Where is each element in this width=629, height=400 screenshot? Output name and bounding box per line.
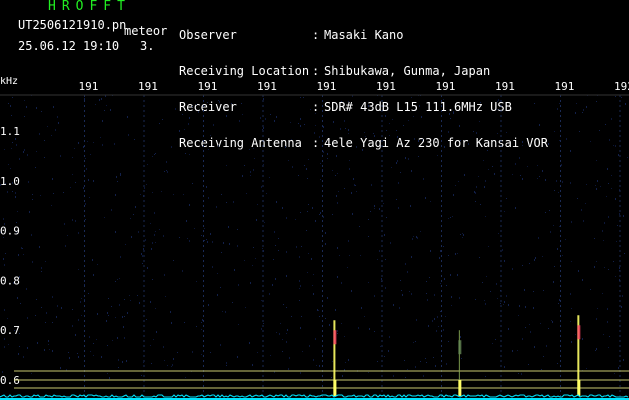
- echo-2: [458, 330, 462, 396]
- y-tick-label: 0.9: [0, 225, 20, 238]
- x-tick-label: 191: [198, 80, 218, 93]
- y-tick-label: 0.8: [0, 274, 20, 287]
- reference-lines: [14, 370, 629, 389]
- info-value: Shibukawa, Gunma, Japan: [324, 64, 491, 78]
- echo-1: [333, 320, 337, 396]
- x-tick-label: 191: [555, 80, 575, 93]
- spectrogram-screen: HROFFT UT2506121910.pn meteor 25.06.12 1…: [0, 0, 629, 400]
- y-tick-label: 0.7: [0, 324, 20, 337]
- signal-line: [0, 394, 629, 398]
- info-row-location: Receiving Location: Shibukawa, Gunma, Jap…: [179, 64, 491, 78]
- app-title: HROFFT: [48, 0, 131, 14]
- x-tick-label: 191: [495, 80, 515, 93]
- x-tick-label: 191: [436, 80, 456, 93]
- x-tick-label: 191: [138, 80, 158, 93]
- y-tick-label: 1.1: [0, 125, 20, 138]
- y-unit-label: kHz: [0, 77, 18, 87]
- y-tick-labels: 1.11.00.90.80.70.6: [0, 125, 20, 387]
- info-value: Masaki Kano: [324, 28, 404, 42]
- plot-grid: [0, 94, 629, 400]
- file-name-suffix: meteor: [124, 24, 168, 38]
- x-tick-label: 191: [317, 80, 337, 93]
- x-tick-label: 191: [376, 80, 396, 93]
- spectrogram-plot: kHz 191 191 191 191 191 191 191 191 191 1920 1.1 1…: [0, 77, 629, 400]
- info-key: Receiving Location: [179, 64, 310, 78]
- x-tick-label: 191: [257, 80, 277, 93]
- signal-trace: [0, 394, 629, 400]
- noise-texture: [0, 95, 628, 379]
- echo-count: 3.: [140, 39, 155, 53]
- info-key: Observer: [179, 28, 237, 42]
- meteor-echoes: [333, 315, 581, 396]
- x-tick-label: 1920: [614, 80, 629, 93]
- x-tick-label: 191: [79, 80, 99, 93]
- echo-3: [577, 315, 581, 396]
- date-time: 25.06.12 19:10: [18, 39, 120, 53]
- file-name: UT2506121910.pn: [18, 18, 127, 32]
- x-tick-labels: 191 191 191 191 191 191 191 191 191 1920: [79, 80, 629, 93]
- y-tick-label: 1.0: [0, 175, 20, 188]
- info-row-observer: Observer: Masaki Kano: [179, 28, 404, 42]
